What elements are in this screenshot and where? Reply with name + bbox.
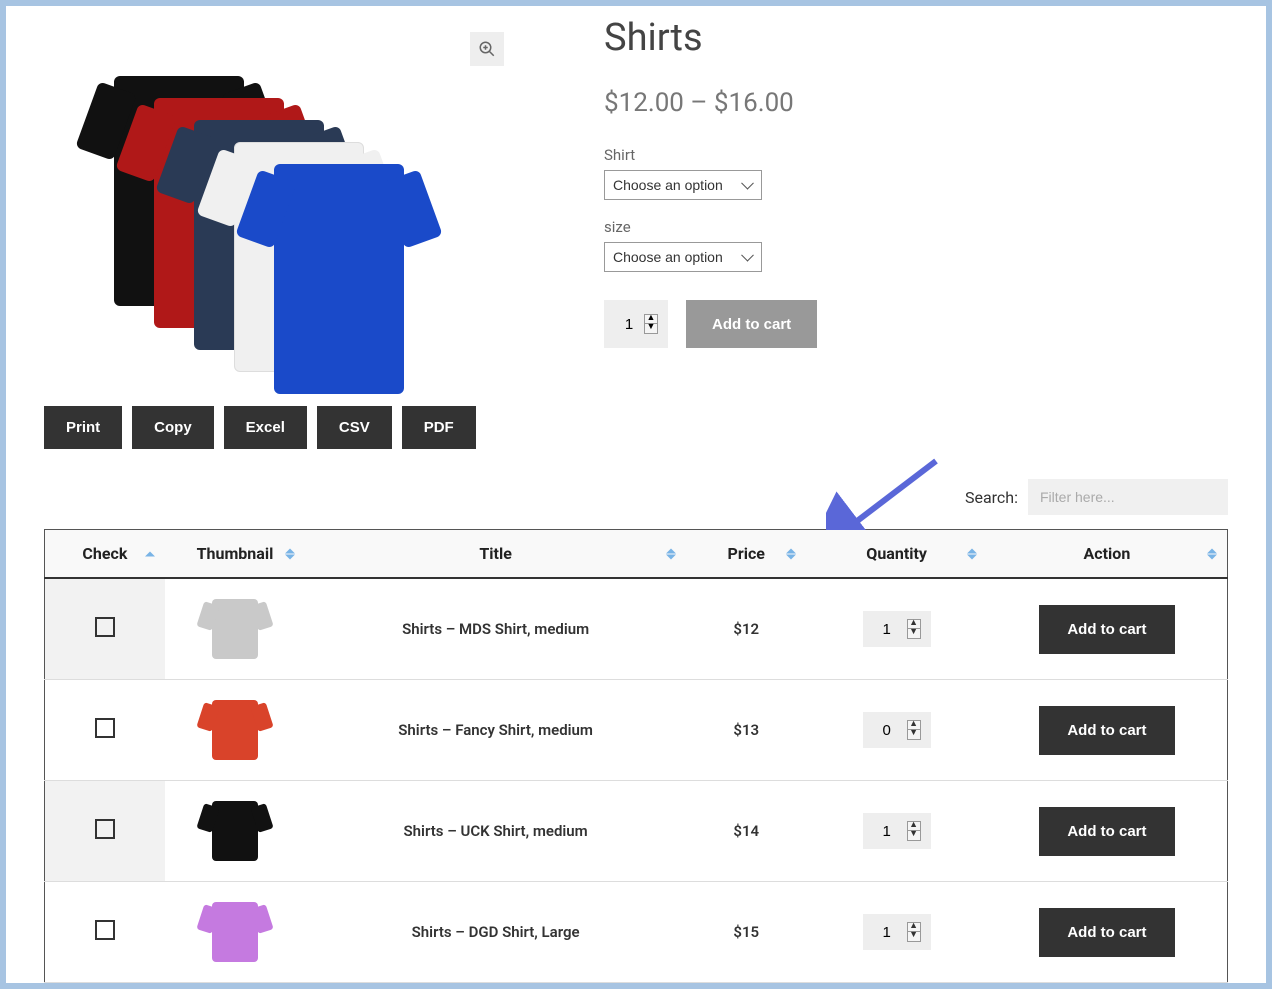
row-title: Shirts – UCK Shirt, medium <box>305 781 686 882</box>
product-image[interactable] <box>114 76 394 376</box>
row-thumbnail[interactable] <box>200 894 270 970</box>
row-checkbox[interactable] <box>95 920 115 940</box>
quantity-stepper[interactable]: ▲ ▼ <box>604 300 668 348</box>
quantity-down-icon[interactable]: ▼ <box>908 831 920 840</box>
excel-button[interactable]: Excel <box>224 406 307 449</box>
search-label: Search: <box>965 488 1018 507</box>
row-add-to-cart-button[interactable]: Add to cart <box>1039 908 1174 957</box>
export-toolbar: Print Copy Excel CSV PDF <box>44 406 1228 449</box>
quantity-down-icon[interactable]: ▼ <box>645 324 657 333</box>
sort-icon <box>1207 548 1217 559</box>
sort-icon <box>786 548 796 559</box>
zoom-icon[interactable] <box>470 32 504 66</box>
sort-icon <box>967 548 977 559</box>
table-row: Shirts – DGD Shirt, Large $15 ▲ ▼ Add to… <box>45 882 1228 983</box>
table-row: Shirts – UCK Shirt, medium $14 ▲ ▼ Add t… <box>45 781 1228 882</box>
col-title[interactable]: Title <box>305 530 686 579</box>
row-add-to-cart-button[interactable]: Add to cart <box>1039 706 1174 755</box>
row-price: $14 <box>686 781 806 882</box>
col-thumbnail[interactable]: Thumbnail <box>165 530 305 579</box>
product-image-column <box>44 16 564 376</box>
quantity-down-icon[interactable]: ▼ <box>908 629 920 638</box>
row-price: $15 <box>686 882 806 983</box>
row-quantity-input[interactable] <box>873 923 901 942</box>
col-quantity[interactable]: Quantity <box>806 530 986 579</box>
row-quantity-input[interactable] <box>873 620 901 639</box>
row-quantity-stepper[interactable]: ▲ ▼ <box>863 914 931 950</box>
row-checkbox[interactable] <box>95 819 115 839</box>
csv-button[interactable]: CSV <box>317 406 392 449</box>
row-add-to-cart-button[interactable]: Add to cart <box>1039 605 1174 654</box>
sort-icon <box>285 548 295 559</box>
table-row: Shirts – MDS Shirt, medium $12 ▲ ▼ Add t… <box>45 578 1228 680</box>
copy-button[interactable]: Copy <box>132 406 214 449</box>
row-thumbnail[interactable] <box>200 692 270 768</box>
price-range: $12.00 – $16.00 <box>604 88 1228 118</box>
variants-table: Check Thumbnail Title Price Quantity <box>44 529 1228 983</box>
size-select[interactable]: Choose an option <box>604 242 762 272</box>
sort-icon <box>145 551 155 556</box>
quantity-down-icon[interactable]: ▼ <box>908 932 920 941</box>
row-thumbnail[interactable] <box>200 793 270 869</box>
row-checkbox[interactable] <box>95 617 115 637</box>
row-quantity-stepper[interactable]: ▲ ▼ <box>863 813 931 849</box>
row-title: Shirts – Fancy Shirt, medium <box>305 680 686 781</box>
option-label-shirt: Shirt <box>604 146 1228 164</box>
quantity-down-icon[interactable]: ▼ <box>908 730 920 739</box>
table-row: Shirts – Fancy Shirt, medium $13 ▲ ▼ Add… <box>45 680 1228 781</box>
col-price[interactable]: Price <box>686 530 806 579</box>
row-title: Shirts – DGD Shirt, Large <box>305 882 686 983</box>
row-price: $12 <box>686 578 806 680</box>
row-quantity-stepper[interactable]: ▲ ▼ <box>863 611 931 647</box>
add-to-cart-button[interactable]: Add to cart <box>686 300 817 348</box>
quantity-input[interactable] <box>614 315 644 334</box>
col-check[interactable]: Check <box>45 530 165 579</box>
row-quantity-input[interactable] <box>873 822 901 841</box>
row-price: $13 <box>686 680 806 781</box>
pdf-button[interactable]: PDF <box>402 406 476 449</box>
row-add-to-cart-button[interactable]: Add to cart <box>1039 807 1174 856</box>
shirt-select[interactable]: Choose an option <box>604 170 762 200</box>
print-button[interactable]: Print <box>44 406 122 449</box>
product-details: Shirts $12.00 – $16.00 Shirt Choose an o… <box>604 16 1228 376</box>
row-title: Shirts – MDS Shirt, medium <box>305 578 686 680</box>
row-thumbnail[interactable] <box>200 591 270 667</box>
sort-icon <box>666 548 676 559</box>
option-label-size: size <box>604 218 1228 236</box>
row-quantity-stepper[interactable]: ▲ ▼ <box>863 712 931 748</box>
row-checkbox[interactable] <box>95 718 115 738</box>
col-action[interactable]: Action <box>987 530 1228 579</box>
page-title: Shirts <box>604 16 1228 60</box>
search-input[interactable] <box>1028 479 1228 515</box>
row-quantity-input[interactable] <box>873 721 901 740</box>
